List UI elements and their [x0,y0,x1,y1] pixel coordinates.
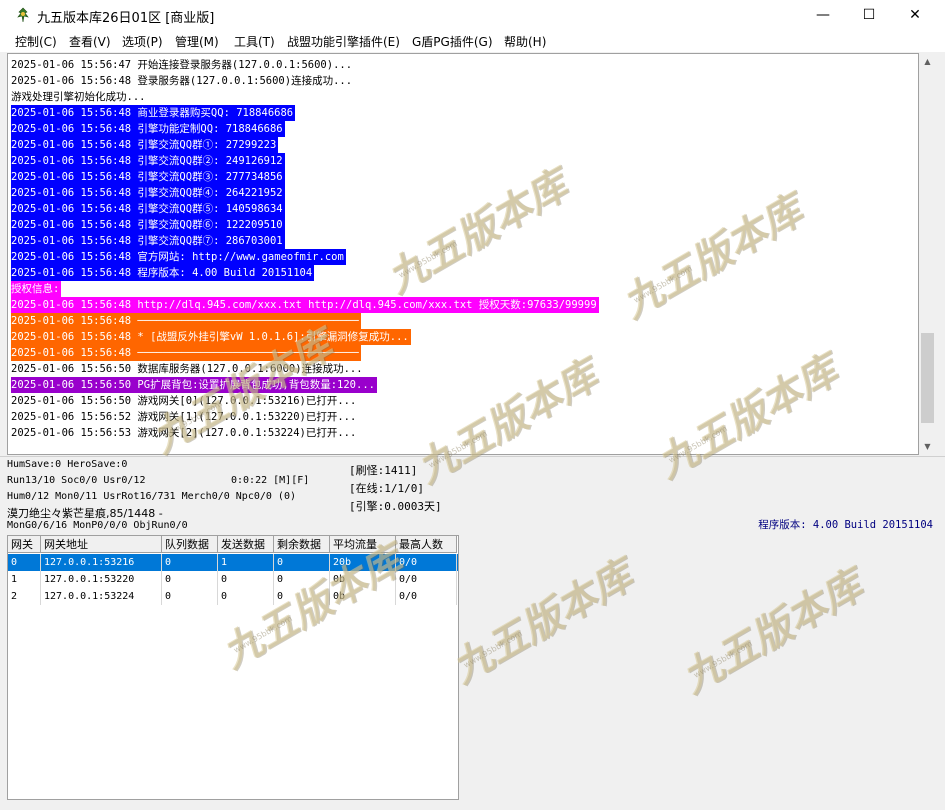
column-header[interactable]: 平均流量 [330,536,396,553]
log-line: 2025-01-06 15:56:48 引擎交流QQ群⑦: 286703001 [11,233,285,249]
menu-options[interactable]: 选项(P) [122,33,163,50]
table-cell: 0b [330,571,396,588]
column-header[interactable]: 队列数据 [162,536,218,553]
run-stats: Run13/10 Soc0/0 Usr0/12 [7,475,146,486]
column-header[interactable]: 最高人数 [396,536,457,553]
log-line: 2025-01-06 15:56:48 * [战盟反外挂引擎vW 1.0.1.6… [11,329,411,345]
log-line: 2025-01-06 15:56:48 引擎交流QQ群③: 277734856 [11,169,285,185]
maximize-button[interactable]: ☐ [846,0,892,30]
table-cell: 0 [218,588,274,605]
column-header[interactable]: 剩余数据 [274,536,330,553]
log-line: 2025-01-06 15:56:48 引擎交流QQ群⑥: 122209510 [11,217,285,233]
menu-engine-plugin[interactable]: 战盟功能引擎插件(E) [287,33,400,50]
object-stats: Hum0/12 Mon0/11 UsrRot16/731 Merch0/0 Np… [7,491,296,502]
minimize-button[interactable]: — [800,0,846,30]
log-line: 2025-01-06 15:56:48 引擎功能定制QQ: 718846686 [11,121,285,137]
menu-bar: 控制(C) 查看(V) 选项(P) 管理(M) 工具(T) 战盟功能引擎插件(E… [0,30,945,52]
close-button[interactable]: ✕ [892,0,938,30]
save-stats: HumSave:0 HeroSave:0 [7,459,128,470]
table-cell: 0 [162,571,218,588]
log-line: 2025-01-06 15:56:48 官方网站: http://www.gam… [11,249,346,265]
menu-help[interactable]: 帮助(H) [504,33,546,50]
table-cell: 0/0 [396,588,457,605]
log-scrollbar[interactable]: ▲ ▼ [919,53,936,455]
column-header[interactable]: 发送数据 [218,536,274,553]
table-row[interactable]: 1 127.0.0.1:53220 0 0 0 0b 0/0 [8,571,458,588]
log-line: 2025-01-06 15:56:48 ────────────────────… [11,345,361,361]
log-line: 游戏处理引擎初始化成功... [11,91,146,103]
minimize-icon: — [816,7,830,23]
table-cell: 0 [274,554,330,571]
menu-tools[interactable]: 工具(T) [234,33,275,50]
monster-stats: MonG0/6/16 MonP0/0/0 ObjRun0/0 [7,520,188,531]
table-row[interactable]: 0 127.0.0.1:53216 0 1 0 20b 0/0 [8,554,458,571]
table-cell: 0 [274,588,330,605]
log-line: 2025-01-06 15:56:50 游戏网关[0](127.0.0.1:53… [11,395,357,407]
table-cell: 0 [162,554,218,571]
engine-days: [引擎:0.0003天] [349,500,442,513]
menu-gshield-plugin[interactable]: G盾PG插件(G) [412,33,493,50]
log-line: 2025-01-06 15:56:48 商业登录器购买QQ: 718846686 [11,105,296,121]
column-header[interactable]: 网关地址 [41,536,162,553]
table-cell: 0 [218,571,274,588]
uptime: 0:0:22 [M][F] [231,475,310,486]
log-panel[interactable]: 2025-01-06 15:56:47 开始连接登录服务器(127.0.0.1:… [7,53,919,455]
table-cell: 1 [218,554,274,571]
menu-view[interactable]: 查看(V) [69,33,111,50]
gateway-table[interactable]: 网关 网关地址 队列数据 发送数据 剩余数据 平均流量 最高人数 0 127.0.0.1:53… [7,535,459,800]
table-cell: 127.0.0.1:53220 [41,571,162,588]
log-line: 2025-01-06 15:56:48 引擎交流QQ群⑤: 140598634 [11,201,285,217]
log-line: 2025-01-06 15:56:52 游戏网关[1](127.0.0.1:53… [11,411,357,423]
log-line: 2025-01-06 15:56:48 ────────────────────… [11,313,361,329]
table-cell: 127.0.0.1:53216 [41,554,162,571]
title-bar[interactable]: 九五版本库26日01区 [商业版] — ☐ ✕ [0,0,945,30]
table-cell: 0/0 [396,554,457,571]
maximize-icon: ☐ [862,7,876,23]
refresh-monster-count: [刷怪:1411] [349,464,418,477]
table-cell: 0/0 [396,571,457,588]
scroll-up-arrow-icon[interactable]: ▲ [919,53,936,70]
log-line: 2025-01-06 15:56:48 登录服务器(127.0.0.1:5600… [11,75,353,87]
table-cell: 1 [8,571,41,588]
log-line: 2025-01-06 15:56:53 游戏网关[2](127.0.0.1:53… [11,427,357,439]
table-cell: 0 [8,554,41,571]
table-header: 网关 网关地址 队列数据 发送数据 剩余数据 平均流量 最高人数 [8,536,458,554]
log-line: 2025-01-06 15:56:48 http://dlq.945.com/x… [11,297,599,313]
table-cell: 2 [8,588,41,605]
app-window: 九五版本库26日01区 [商业版] — ☐ ✕ 控制(C) 查看(V) 选项(P… [0,0,945,810]
log-line: 2025-01-06 15:56:50 数据库服务器(127.0.0.1:600… [11,363,363,375]
menu-control[interactable]: 控制(C) [15,33,57,50]
program-version: 程序版本: 4.00 Build 20151104 [758,519,933,531]
column-header[interactable]: 网关 [8,536,41,553]
table-cell: 0b [330,588,396,605]
log-line: 2025-01-06 15:56:48 程序版本: 4.00 Build 201… [11,265,315,281]
menu-manage[interactable]: 管理(M) [175,33,219,50]
table-cell: 0 [162,588,218,605]
log-line: 2025-01-06 15:56:47 开始连接登录服务器(127.0.0.1:… [11,59,353,71]
log-line: 2025-01-06 15:56:50 PG扩展背包:设置扩展背包成功,背包数量… [11,377,377,393]
table-row[interactable]: 2 127.0.0.1:53224 0 0 0 0b 0/0 [8,588,458,605]
close-icon: ✕ [909,7,921,23]
log-line: 2025-01-06 15:56:48 引擎交流QQ群④: 264221952 [11,185,285,201]
app-icon [17,7,29,23]
log-line: 2025-01-06 15:56:48 引擎交流QQ群②: 249126912 [11,153,285,169]
table-cell: 0 [274,571,330,588]
table-cell: 20b [330,554,396,571]
blank-panel [460,535,945,810]
player-info: 漠刀绝尘々紫芒星痕,85/1448 - [7,507,163,520]
scroll-thumb[interactable] [921,333,934,423]
status-panel: HumSave:0 HeroSave:0 Run13/10 Soc0/0 Usr… [0,456,945,535]
log-line: 2025-01-06 15:56:48 引擎交流QQ群①: 27299223 [11,137,279,153]
log-line: 授权信息: [11,281,62,297]
online-count: [在线:1/1/0] [349,482,424,495]
table-cell: 127.0.0.1:53224 [41,588,162,605]
scroll-down-arrow-icon[interactable]: ▼ [919,438,936,455]
window-title: 九五版本库26日01区 [商业版] [37,11,215,26]
